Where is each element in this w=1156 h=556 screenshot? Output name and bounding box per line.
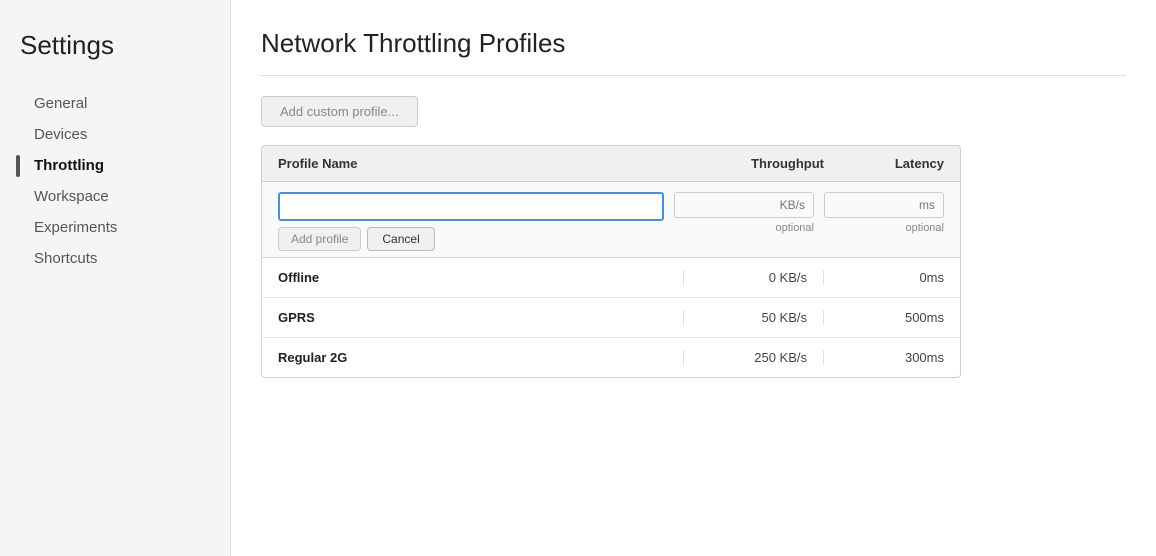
throughput-input[interactable]	[674, 192, 814, 218]
sidebar-item-shortcuts[interactable]: Shortcuts	[20, 244, 210, 273]
profiles-table: Profile Name Throughput Latency Add prof…	[261, 145, 961, 378]
table-row: Offline 0 KB/s 0ms	[262, 258, 960, 298]
sidebar-item-label: Workspace	[34, 188, 109, 205]
profile-latency-regular2g: 300ms	[824, 350, 944, 365]
table-header: Profile Name Throughput Latency	[262, 146, 960, 182]
latency-input[interactable]	[824, 192, 944, 218]
sidebar-item-devices[interactable]: Devices	[20, 120, 210, 149]
name-input-column: Add profile Cancel	[278, 192, 664, 251]
table-row: GPRS 50 KB/s 500ms	[262, 298, 960, 338]
profile-name-input[interactable]	[278, 192, 664, 221]
profile-throughput-gprs: 50 KB/s	[684, 310, 824, 325]
col-header-profile-name: Profile Name	[278, 156, 684, 171]
sidebar-title: Settings	[20, 30, 210, 61]
sidebar-item-workspace[interactable]: Workspace	[20, 182, 210, 211]
sidebar-item-label: Shortcuts	[34, 250, 97, 267]
sidebar-item-label: General	[34, 95, 87, 112]
profile-name-gprs: GPRS	[278, 310, 684, 325]
profile-latency-gprs: 500ms	[824, 310, 944, 325]
sidebar-item-experiments[interactable]: Experiments	[20, 213, 210, 242]
throughput-input-column: optional	[674, 192, 814, 234]
sidebar-item-label: Devices	[34, 126, 87, 143]
page-title: Network Throttling Profiles	[261, 28, 1126, 59]
latency-input-column: optional	[824, 192, 944, 234]
profile-throughput-offline: 0 KB/s	[684, 270, 824, 285]
add-profile-button[interactable]: Add profile	[278, 227, 361, 251]
main-content: Network Throttling Profiles Add custom p…	[230, 0, 1156, 556]
divider	[261, 75, 1126, 76]
throughput-optional-label: optional	[775, 222, 814, 234]
profile-throughput-regular2g: 250 KB/s	[684, 350, 824, 365]
add-cancel-row: Add profile Cancel	[278, 227, 664, 251]
add-profile-row: Add profile Cancel optional optional	[262, 182, 960, 258]
sidebar-item-general[interactable]: General	[20, 89, 210, 118]
sidebar: Settings General Devices Throttling Work…	[0, 0, 230, 556]
profile-name-regular2g: Regular 2G	[278, 350, 684, 365]
sidebar-item-throttling[interactable]: Throttling	[20, 151, 210, 180]
sidebar-item-label: Throttling	[34, 157, 104, 174]
profile-name-offline: Offline	[278, 270, 684, 285]
col-header-latency: Latency	[824, 156, 944, 171]
add-custom-profile-button[interactable]: Add custom profile...	[261, 96, 418, 127]
col-header-throughput: Throughput	[684, 156, 824, 171]
profile-latency-offline: 0ms	[824, 270, 944, 285]
latency-optional-label: optional	[905, 222, 944, 234]
table-row: Regular 2G 250 KB/s 300ms	[262, 338, 960, 377]
cancel-button[interactable]: Cancel	[367, 227, 434, 251]
sidebar-item-label: Experiments	[34, 219, 117, 236]
